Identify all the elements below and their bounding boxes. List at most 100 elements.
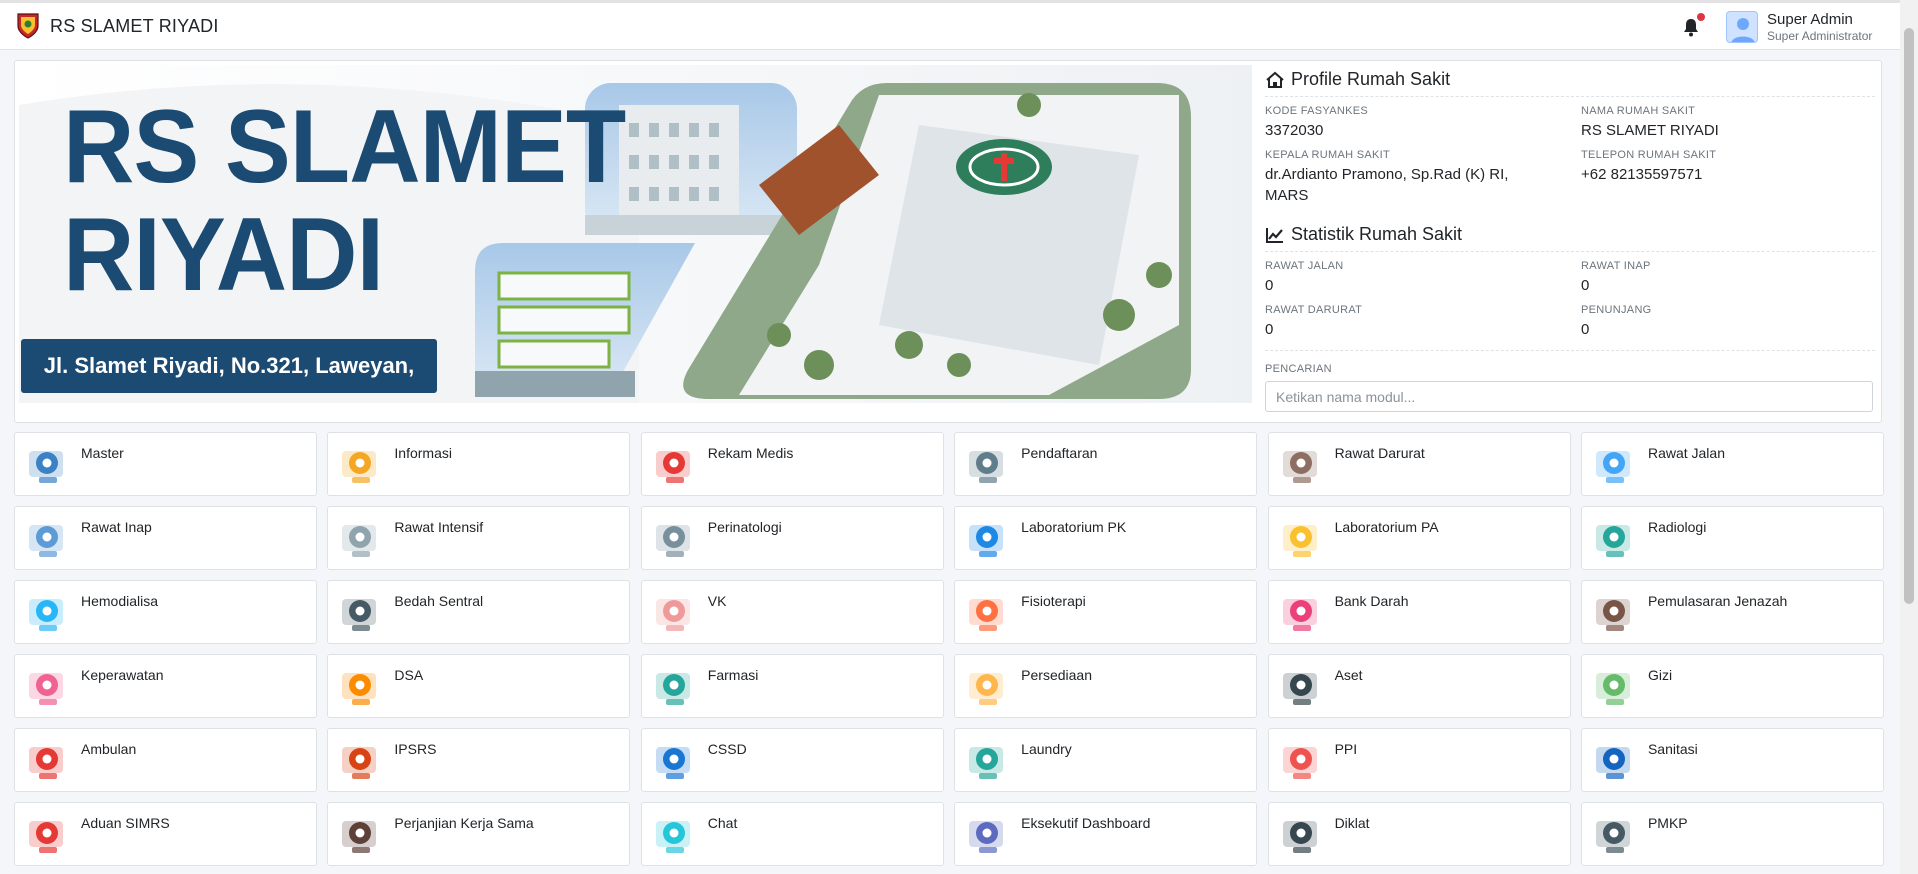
cell-icon [1282,525,1317,557]
module-tile[interactable]: Rawat Inap [14,506,317,570]
module-tile[interactable]: Rawat Darurat [1267,432,1571,496]
banner-title: RS SLAMET RIYADI [63,93,626,313]
module-tile[interactable]: Hemodialisa [14,580,317,644]
nama-value: RS SLAMET RIYADI [1581,122,1719,139]
emergency-patient-icon [1282,451,1317,483]
module-tile[interactable]: Eksekutif Dashboard [954,802,1258,866]
rawat-inap-value: 0 [1581,277,1590,294]
module-tile[interactable]: Bank Darah [1267,580,1571,644]
module-tile[interactable]: Perjanjian Kerja Sama [327,802,631,866]
physiotherapy-icon [969,599,1004,631]
module-label: Aset [1334,667,1363,683]
module-tile[interactable]: PMKP [1580,802,1884,866]
user-menu[interactable]: Super Admin Super Administrator [1726,11,1873,44]
hospital-overview-card: RS SLAMET RIYADI Jl. Slamet Riyadi, No.3… [14,60,1882,423]
module-label: Pemulasaran Jenazah [1647,593,1788,609]
notification-bell-icon[interactable] [1682,18,1700,38]
module-tile[interactable]: Chat [640,802,944,866]
module-tile[interactable]: Perinatologi [640,506,944,570]
user-role: Super Administrator [1767,29,1873,43]
module-label: Radiologi [1647,519,1707,535]
mortuary-icon [1595,599,1630,631]
module-label: Farmasi [707,667,759,683]
module-label: IPSRS [394,741,437,757]
module-label: Gizi [1647,667,1673,683]
module-tile[interactable]: PPI [1267,728,1571,792]
profile-panel: Profile Rumah Sakit KODE FASYANKES 337203… [1265,69,1875,412]
module-label: Perjanjian Kerja Sama [394,815,534,831]
page-scrollbar[interactable] [1900,0,1918,874]
module-tile[interactable]: Rekam Medis [640,432,944,496]
module-tile[interactable]: Bedah Sentral [327,580,631,644]
banner-title-line2: RIYADI [63,197,384,313]
module-tile[interactable]: Laundry [954,728,1258,792]
module-tile[interactable]: Laboratorium PA [1267,506,1571,570]
module-label: Laundry [1021,741,1072,757]
module-tile[interactable]: CSSD [640,728,944,792]
quality-gears-icon [1595,821,1630,853]
module-tile[interactable]: Rawat Intensif [327,506,631,570]
chat-bubble-icon [655,821,690,853]
training-icon [1282,821,1317,853]
module-tile[interactable]: DSA [327,654,631,718]
banner-address: Jl. Slamet Riyadi, No.321, Laweyan, Sura… [21,339,437,393]
module-tile[interactable]: Persediaan [954,654,1258,718]
brand[interactable]: RS SLAMET RIYADI [16,12,219,40]
gear-monitor-icon [29,451,63,483]
megaphone-info-icon [342,451,377,483]
module-label: Chat [707,815,738,831]
sanitation-icon [1595,747,1630,779]
dialysis-icon [29,599,63,631]
module-search-input[interactable] [1265,381,1873,412]
module-tile[interactable]: Fisioterapi [954,580,1258,644]
module-tile[interactable]: Sanitasi [1580,728,1884,792]
module-tile[interactable]: Gizi [1580,654,1884,718]
module-tile[interactable]: IPSRS [327,728,631,792]
module-label: Rawat Inap [81,519,152,535]
profile-section-title: Profile Rumah Sakit [1265,69,1875,97]
module-label: Rawat Jalan [1647,445,1725,461]
stats-title-text: Statistik Rumah Sakit [1291,224,1463,244]
module-label: Informasi [394,445,452,461]
user-icon [1731,18,1755,43]
pharmacy-icon [655,673,690,705]
sterilization-icon [655,747,690,779]
outpatient-icon [1595,451,1630,483]
checklist-shield-icon [1282,747,1317,779]
blood-drop-icon [1282,599,1317,631]
registration-icon [969,451,1004,483]
rawat-darurat-label: RAWAT DARURAT [1265,304,1363,316]
module-tile[interactable]: Radiologi [1580,506,1884,570]
module-label: Fisioterapi [1021,593,1086,609]
module-label: DSA [394,667,424,683]
module-tile[interactable]: Pendaftaran [954,432,1258,496]
module-tile[interactable]: Aset [1267,654,1571,718]
profile-title-text: Profile Rumah Sakit [1291,69,1451,89]
hospital-banner: RS SLAMET RIYADI Jl. Slamet Riyadi, No.3… [19,65,1252,403]
rawat-jalan-label: RAWAT JALAN [1265,260,1344,272]
scroll-thumb[interactable] [1904,28,1914,604]
module-label: PMKP [1647,815,1688,831]
module-tile[interactable]: Aduan SIMRS [14,802,317,866]
module-label: Perinatologi [707,519,782,535]
module-tile[interactable]: Diklat [1267,802,1571,866]
module-label: Persediaan [1021,667,1092,683]
nurse-icon [29,673,63,705]
module-tile[interactable]: Rawat Jalan [1580,432,1884,496]
module-tile[interactable]: VK [640,580,944,644]
module-label: VK [707,593,727,609]
module-tile[interactable]: Informasi [327,432,631,496]
kepala-value: dr.Ardianto Pramono, Sp.Rad (K) RI, MARS [1265,166,1509,204]
module-label: PPI [1334,741,1358,757]
module-grid: Master Informasi Rekam Medis Pendaftaran Raw… [14,432,1884,866]
module-tile[interactable]: Farmasi [640,654,944,718]
dashboard-chart-icon [969,821,1004,853]
module-tile[interactable]: Master [14,432,317,496]
module-tile[interactable]: Ambulan [14,728,317,792]
module-tile[interactable]: Keperawatan [14,654,317,718]
heartbeat-icon [655,451,690,483]
module-tile[interactable]: Pemulasaran Jenazah [1580,580,1884,644]
module-tile[interactable]: Laboratorium PK [954,506,1258,570]
rawat-jalan-value: 0 [1265,277,1274,294]
module-label: Keperawatan [81,667,164,683]
